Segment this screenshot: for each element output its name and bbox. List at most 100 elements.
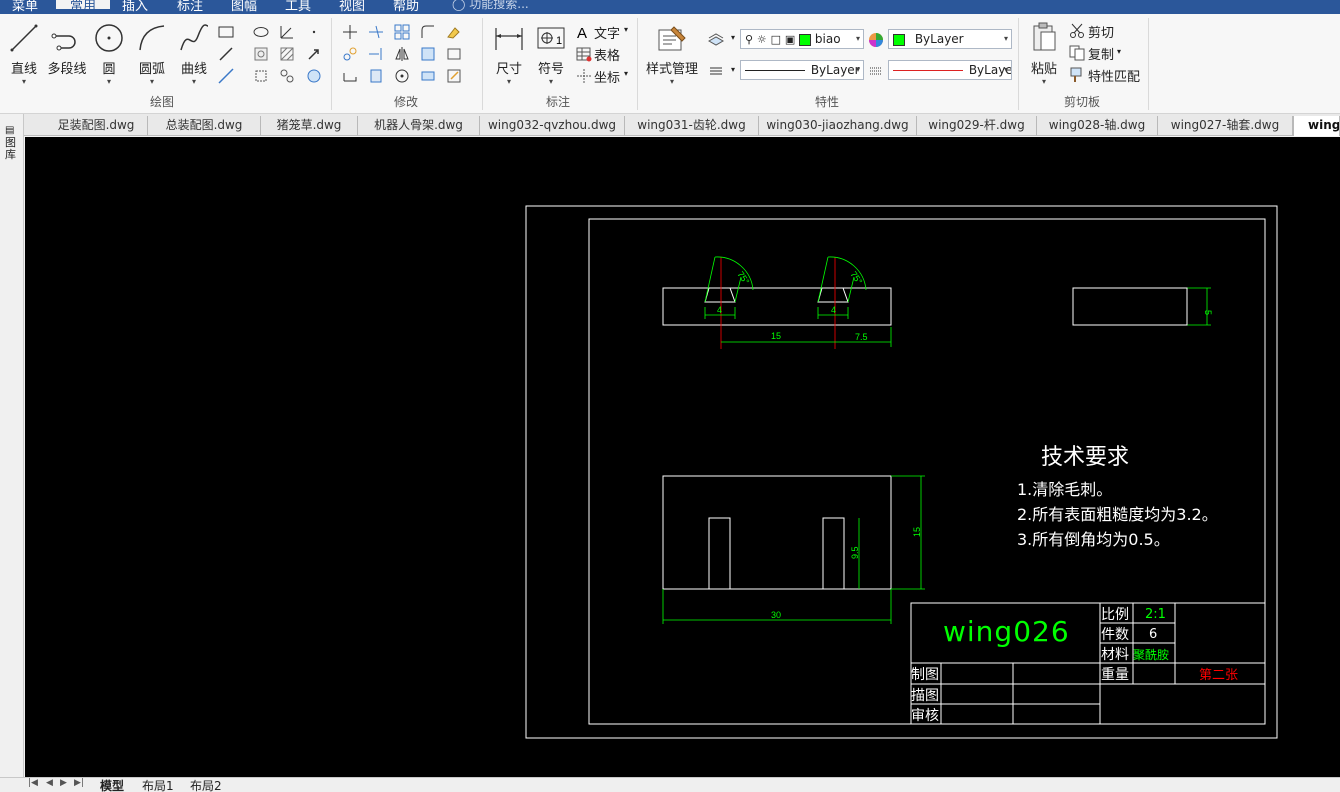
document-tab-bar: 足装配图.dwg 总装配图.dwg 猪笼草.dwg 机器人骨架.dwg wing…	[0, 114, 1340, 136]
scale-icon[interactable]	[419, 45, 437, 63]
table-icon[interactable]	[575, 45, 593, 63]
menu-item-help[interactable]: 帮助	[393, 0, 419, 14]
count-label: 件数	[1101, 627, 1129, 643]
next-layout-icon[interactable]: ▶	[60, 778, 67, 788]
copy-dropdown-caret[interactable]: ▾	[1117, 47, 1121, 56]
stretch-icon[interactable]	[445, 45, 463, 63]
arc-tool-button[interactable]: 圆弧 ▾	[132, 22, 172, 86]
ray-icon[interactable]	[217, 45, 235, 63]
copy-object-icon[interactable]	[341, 45, 359, 63]
block-icon[interactable]	[252, 67, 270, 85]
hatch-icon[interactable]	[278, 45, 296, 63]
front-view-dim-text: 15 9.5 30	[771, 527, 922, 620]
rotate-icon[interactable]	[341, 67, 359, 85]
doc-tab[interactable]: 足装配图.dwg	[45, 116, 148, 136]
paste-button[interactable]: 粘贴 ▾	[1026, 22, 1062, 86]
circle-tool-label: 圆	[102, 62, 116, 77]
lineweight-dropdown[interactable]: ByLayer ▾	[888, 60, 1012, 80]
doc-tab[interactable]: wing029-杆.dwg	[917, 116, 1037, 136]
ellipse-icon[interactable]	[252, 23, 270, 41]
doc-tab[interactable]: 机器人骨架.dwg	[358, 116, 480, 136]
xline-icon[interactable]	[217, 67, 235, 85]
color-wheel-icon[interactable]	[867, 31, 885, 49]
scissors-icon[interactable]	[1068, 22, 1086, 40]
sheet-number: 第二张	[1199, 668, 1238, 683]
offset-icon[interactable]	[367, 67, 385, 85]
layer-manager-caret[interactable]: ▾	[731, 33, 735, 42]
linetype-dropdown[interactable]: ByLayer ▾	[740, 60, 864, 80]
layout-tab-model[interactable]: 模型	[100, 778, 124, 792]
menu-item-view[interactable]: 视图	[339, 0, 365, 14]
text-icon[interactable]: A	[575, 23, 593, 42]
menu-item-tools[interactable]: 工具	[285, 0, 311, 14]
coordinate-button[interactable]: 坐标	[594, 67, 620, 86]
point-icon[interactable]	[305, 23, 323, 41]
boundary-icon[interactable]	[278, 67, 296, 85]
match-properties-button[interactable]: 特性匹配	[1088, 66, 1140, 85]
globe-icon[interactable]	[305, 67, 323, 85]
table-button[interactable]: 表格	[594, 45, 620, 64]
match-properties-icon[interactable]	[1068, 66, 1086, 84]
fillet-icon[interactable]	[419, 23, 437, 41]
layer-dropdown[interactable]: ⚲ ☼ □ ▣ biao ▾	[740, 29, 864, 49]
coordinate-icon[interactable]	[575, 67, 593, 85]
lineweight-menu-icon[interactable]	[707, 62, 725, 80]
curve-tool-button[interactable]: 曲线 ▾	[174, 22, 214, 86]
lineweight-menu-caret[interactable]: ▾	[731, 65, 735, 74]
erase-icon[interactable]	[445, 23, 463, 41]
doc-tab-active[interactable]: wing0	[1293, 116, 1340, 136]
last-layout-icon[interactable]: ▶|	[74, 778, 84, 788]
color-dropdown[interactable]: ByLayer ▾	[888, 29, 1012, 49]
drawing-canvas[interactable]: 75° 75° 4 4 15 7.5 5 15 9.5 30 技术要求 1.清除…	[25, 137, 1340, 777]
region-icon[interactable]	[252, 45, 270, 63]
group-divider	[331, 18, 332, 110]
prev-layout-icon[interactable]: ◀	[46, 778, 53, 788]
text-button[interactable]: 文字	[594, 23, 620, 42]
edit-icon[interactable]	[445, 67, 463, 85]
circle-tool-button[interactable]: 圆 ▾	[92, 22, 126, 86]
layout-tab-1[interactable]: 布局1	[142, 778, 174, 792]
break-icon[interactable]	[419, 67, 437, 85]
layout-tab-2[interactable]: 布局2	[190, 778, 222, 792]
menu-item-home[interactable]: 常用	[56, 0, 111, 14]
rectangle-icon[interactable]	[217, 23, 235, 41]
doc-tab[interactable]: 猪笼草.dwg	[261, 116, 358, 136]
copy-button[interactable]: 复制	[1088, 44, 1114, 63]
layer-manager-icon[interactable]	[707, 31, 725, 49]
mirror-icon[interactable]	[393, 45, 411, 63]
doc-tab[interactable]: 总装配图.dwg	[148, 116, 261, 136]
polyline-tool-button[interactable]: 多段线	[45, 22, 89, 77]
menu-item-insert[interactable]: 插入	[122, 0, 148, 14]
svg-text:A: A	[577, 25, 587, 41]
feature-search[interactable]: ◯ 功能搜索...	[452, 0, 529, 12]
copy-icon[interactable]	[1068, 44, 1086, 62]
move-icon[interactable]	[341, 23, 359, 41]
doc-tab[interactable]: wing028-轴.dwg	[1037, 116, 1158, 136]
explode-icon[interactable]	[393, 67, 411, 85]
drawn-by-label: 制图	[911, 667, 939, 683]
extend-icon[interactable]	[367, 45, 385, 63]
construction-line-icon[interactable]	[278, 23, 296, 41]
doc-tab[interactable]: wing030-jiaozhang.dwg	[759, 116, 917, 136]
doc-tab[interactable]: wing031-齿轮.dwg	[625, 116, 759, 136]
trim-icon[interactable]	[367, 23, 385, 41]
front-slot-left	[708, 517, 731, 590]
line-tool-button[interactable]: 直线 ▾	[6, 22, 42, 86]
doc-tab[interactable]: wing027-轴套.dwg	[1158, 116, 1293, 136]
menu-item-annotate[interactable]: 标注	[177, 0, 203, 14]
array-icon[interactable]	[393, 23, 411, 41]
linetype-icon[interactable]	[867, 62, 885, 80]
symbol-button[interactable]: 1 符号 ▾	[533, 24, 569, 86]
arrow-icon[interactable]	[305, 45, 323, 63]
doc-tab[interactable]: wing032-qvzhou.dwg	[480, 116, 625, 136]
text-dropdown-caret[interactable]: ▾	[624, 25, 628, 34]
menu-item-menu[interactable]: 菜单	[12, 0, 38, 14]
first-layout-icon[interactable]: |◀	[28, 778, 38, 788]
cut-button[interactable]: 剪切	[1088, 22, 1114, 41]
menu-item-sheet[interactable]: 图幅	[231, 0, 257, 14]
style-manager-button[interactable]: 样式管理 ▾	[643, 24, 701, 86]
dimension-button[interactable]: 尺寸 ▾	[490, 24, 528, 86]
coordinate-dropdown-caret[interactable]: ▾	[624, 69, 628, 78]
group-divider	[1148, 18, 1149, 110]
library-palette-tab[interactable]: ▤ 图库	[5, 124, 19, 161]
